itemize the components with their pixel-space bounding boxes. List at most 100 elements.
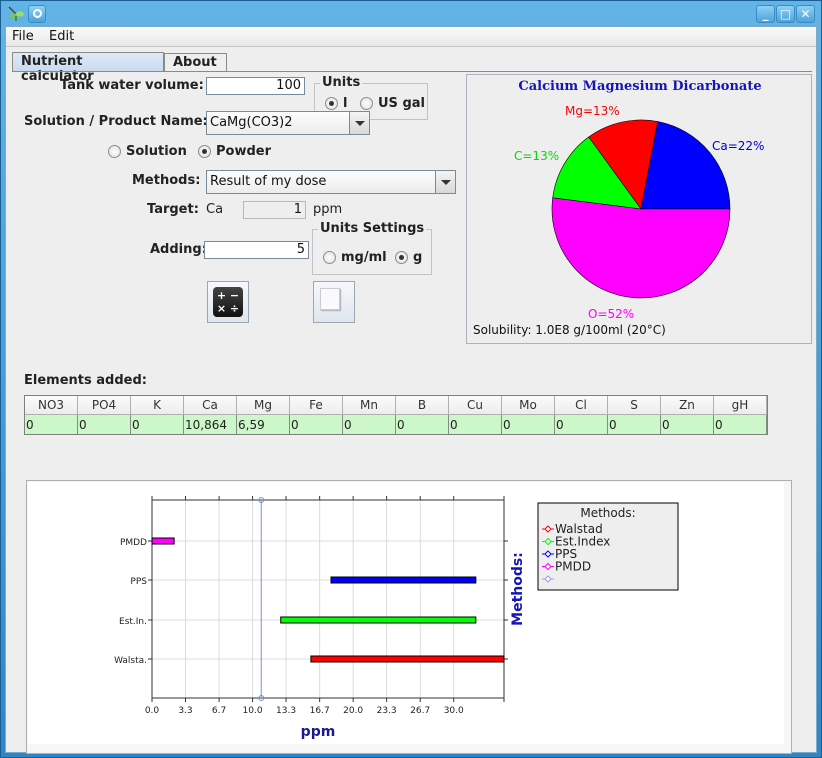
cell-po4[interactable]: 0	[78, 415, 131, 434]
y-category-label: Walsta.	[114, 656, 147, 666]
cell-cl[interactable]: 0	[555, 415, 608, 434]
pie-label-ca: Ca=22%	[712, 139, 765, 153]
tab-nutrient-calculator[interactable]: Nutrient calculator	[12, 52, 164, 84]
unit-usgal-radio[interactable]: US gal	[360, 96, 425, 111]
unit-usgal-label: US gal	[378, 96, 425, 111]
x-tick-label: 6.7	[212, 706, 226, 716]
column-header-ca[interactable]: Ca	[184, 396, 237, 415]
chart-background: 0.0 3.3 6.7 10.0 13.3 16.7 20.0 23.3 26.7 30.0 Wal…	[28, 482, 784, 744]
target-unit: ppm	[313, 202, 343, 217]
cell-no3[interactable]: 0	[25, 415, 78, 434]
x-tick-label: 10.0	[243, 706, 263, 716]
cell-ca[interactable]: 10,864	[184, 415, 237, 434]
cell-zn[interactable]: 0	[661, 415, 714, 434]
tank-volume-input[interactable]: 100	[206, 77, 305, 95]
column-header-gh[interactable]: gH	[714, 396, 767, 415]
solution-label: Solution	[126, 144, 187, 159]
table-header: NO3 PO4 K Ca Mg Fe Mn B Cu Mo Cl S Zn gH	[25, 396, 767, 415]
composition-pie-panel: Calcium Magnesium Dicarbonate Mg=13% Ca=…	[466, 74, 812, 344]
units-group-title: Units	[320, 75, 363, 90]
tank-volume-label: Tank water volume:	[60, 78, 204, 93]
column-header-cl[interactable]: Cl	[555, 396, 608, 415]
calculate-button[interactable]: + − × ÷	[207, 281, 249, 323]
circle-icon	[32, 9, 42, 18]
units-settings-group: Units Settings mg/ml g	[312, 221, 432, 275]
radio-selected-icon	[198, 145, 211, 158]
radio-unselected-icon	[323, 251, 336, 264]
copy-button[interactable]	[313, 281, 355, 323]
unit-grams-label: g	[413, 250, 423, 265]
adding-input[interactable]: 5	[204, 241, 309, 259]
x-tick-label: 16.7	[310, 706, 330, 716]
product-name-combo[interactable]: CaMg(CO3)2	[206, 111, 370, 135]
chevron-down-icon[interactable]	[435, 171, 455, 193]
chevron-down-icon[interactable]	[349, 112, 369, 134]
elements-added-label: Elements added:	[24, 373, 147, 388]
cell-mn[interactable]: 0	[343, 415, 396, 434]
bar-estindex	[280, 616, 477, 624]
solubility-text: Solubility: 1.0E8 g/100ml (20°C)	[473, 323, 666, 337]
column-header-b[interactable]: B	[396, 396, 449, 415]
menu-edit[interactable]: Edit	[49, 29, 74, 44]
elements-table: NO3 PO4 K Ca Mg Fe Mn B Cu Mo Cl S Zn gH 0 0 0 10,864 6,5…	[24, 395, 768, 435]
adding-label: Adding:	[150, 242, 207, 257]
column-header-mn[interactable]: Mn	[343, 396, 396, 415]
y-category-label: PMDD	[120, 538, 147, 548]
radio-unselected-icon	[360, 97, 373, 110]
methods-chart-panel: 0.0 3.3 6.7 10.0 13.3 16.7 20.0 23.3 26.7 30.0 Wal…	[26, 480, 792, 754]
column-header-zn[interactable]: Zn	[661, 396, 714, 415]
cell-gh[interactable]: 0	[714, 415, 767, 434]
column-header-mo[interactable]: Mo	[502, 396, 555, 415]
x-tick-label: 13.3	[276, 706, 296, 716]
title-bar: _ □ ✕	[1, 1, 821, 27]
legend-title: Methods:	[580, 506, 635, 520]
target-element: Ca	[206, 202, 224, 217]
cell-b[interactable]: 0	[396, 415, 449, 434]
legend-entry-label: PMDD	[555, 560, 591, 574]
cell-fe[interactable]: 0	[290, 415, 343, 434]
x-tick-label: 3.3	[178, 706, 192, 716]
radio-selected-icon	[325, 97, 338, 110]
x-tick-label: 23.3	[377, 706, 397, 716]
tab-about[interactable]: About	[164, 53, 227, 72]
column-header-s[interactable]: S	[608, 396, 661, 415]
maximize-button[interactable]: □	[776, 5, 795, 23]
pie-label-o: O=52%	[588, 307, 635, 321]
cell-mg[interactable]: 6,59	[237, 415, 290, 434]
close-button[interactable]: ✕	[796, 5, 815, 23]
solution-radio[interactable]: Solution	[108, 144, 187, 159]
methods-label: Methods:	[132, 173, 201, 188]
unit-mgml-label: mg/ml	[341, 250, 387, 265]
menu-file[interactable]: File	[12, 29, 34, 44]
methods-combo[interactable]: Result of my dose	[206, 170, 456, 194]
unit-grams-radio[interactable]: g	[395, 250, 422, 265]
column-header-k[interactable]: K	[131, 396, 184, 415]
cell-mo[interactable]: 0	[502, 415, 555, 434]
column-header-no3[interactable]: NO3	[25, 396, 78, 415]
bar-pps	[330, 576, 477, 584]
cell-k[interactable]: 0	[131, 415, 184, 434]
y-category-label: PPS	[130, 577, 147, 587]
column-header-cu[interactable]: Cu	[449, 396, 502, 415]
y-category-label: Est.In.	[119, 617, 147, 627]
pie-slice-o	[551, 197, 731, 299]
unit-mgml-radio[interactable]: mg/ml	[323, 250, 387, 265]
minimize-button[interactable]: _	[756, 5, 775, 23]
app-window: _ □ ✕ File Edit Nutrient calculator Abou…	[0, 0, 822, 758]
target-label: Target:	[147, 202, 199, 217]
column-header-po4[interactable]: PO4	[78, 396, 131, 415]
cell-cu[interactable]: 0	[449, 415, 502, 434]
powder-radio[interactable]: Powder	[198, 144, 271, 159]
column-header-mg[interactable]: Mg	[237, 396, 290, 415]
unit-liters-radio[interactable]: l	[325, 96, 347, 111]
bar-pmdd	[151, 537, 175, 545]
cell-s[interactable]: 0	[608, 415, 661, 434]
client-area: File Edit Nutrient calculator About Tank…	[5, 26, 817, 754]
column-header-fe[interactable]: Fe	[290, 396, 343, 415]
x-tick-label: 26.7	[410, 706, 430, 716]
table-row[interactable]: 0 0 0 10,864 6,59 0 0 0 0 0 0 0 0 0	[25, 415, 767, 434]
target-value-field: 1	[243, 201, 306, 219]
window-menu-button[interactable]	[28, 5, 46, 23]
methods-value: Result of my dose	[210, 174, 327, 189]
units-settings-title: Units Settings	[318, 221, 427, 236]
